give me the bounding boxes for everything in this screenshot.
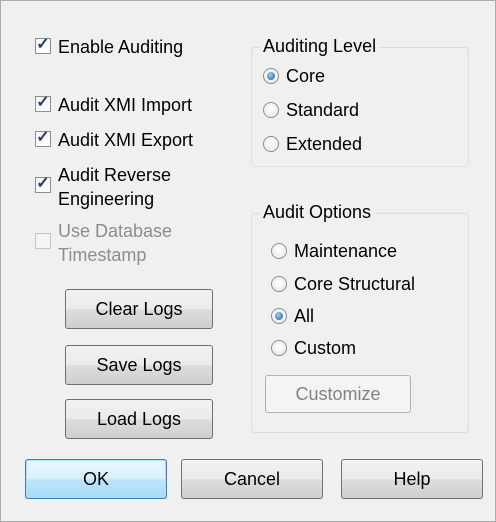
- checkbox-box[interactable]: ✓: [35, 36, 51, 54]
- auditing-settings-dialog: ✓ Enable Auditing ✓ Audit XMI Import ✓ A…: [0, 0, 496, 522]
- check-icon: ✓: [36, 175, 50, 192]
- audit-xmi-export-checkbox[interactable]: ✓ Audit XMI Export: [35, 128, 193, 152]
- radio-maintenance[interactable]: Maintenance: [271, 239, 397, 263]
- radio-button[interactable]: [271, 243, 287, 259]
- checkbox-label-line: Engineering: [58, 189, 155, 209]
- radio-button[interactable]: [271, 276, 287, 292]
- radio-label: Custom: [294, 338, 357, 358]
- radio-core[interactable]: Core: [263, 64, 325, 88]
- radio-extended[interactable]: Extended: [263, 132, 362, 156]
- check-icon: ✓: [36, 36, 50, 53]
- checkbox-box[interactable]: ✓: [35, 94, 51, 112]
- checkbox-box[interactable]: ✓: [35, 129, 51, 147]
- audit-xmi-import-checkbox[interactable]: ✓ Audit XMI Import: [35, 93, 192, 117]
- checkbox-label: Use Database Timestamp: [58, 219, 172, 267]
- radio-button[interactable]: [263, 102, 279, 118]
- radio-label: Standard: [286, 100, 360, 120]
- customize-button: Customize: [265, 375, 411, 413]
- radio-button[interactable]: [263, 136, 279, 152]
- check-icon: ✓: [36, 94, 50, 111]
- radio-all[interactable]: All: [271, 304, 314, 328]
- radio-label: Extended: [286, 134, 363, 154]
- radio-label: Core Structural: [294, 274, 416, 294]
- radio-button[interactable]: [271, 340, 287, 356]
- check-icon: ✓: [36, 129, 50, 146]
- audit-options-legend: Audit Options: [260, 200, 375, 224]
- help-button[interactable]: Help: [341, 459, 483, 499]
- load-logs-button[interactable]: Load Logs: [65, 399, 213, 439]
- auditing-level-legend: Auditing Level: [260, 34, 380, 58]
- checkbox-label: Enable Auditing: [58, 37, 184, 57]
- radio-selected-icon: [275, 312, 283, 320]
- save-logs-button[interactable]: Save Logs: [65, 345, 213, 385]
- audit-reverse-engineering-checkbox[interactable]: ✓ Audit Reverse Engineering: [35, 163, 171, 211]
- radio-standard[interactable]: Standard: [263, 98, 359, 122]
- radio-core-structural[interactable]: Core Structural: [271, 272, 415, 296]
- radio-label: Core: [286, 66, 326, 86]
- radio-selected-icon: [267, 72, 275, 80]
- radio-button[interactable]: [271, 308, 287, 324]
- checkbox-label: Audit XMI Export: [58, 130, 194, 150]
- radio-label: All: [294, 306, 315, 326]
- ok-button[interactable]: OK: [25, 459, 167, 499]
- enable-auditing-checkbox[interactable]: ✓ Enable Auditing: [35, 35, 183, 59]
- radio-label: Maintenance: [294, 241, 398, 261]
- radio-button[interactable]: [263, 68, 279, 84]
- checkbox-label-line: Timestamp: [58, 245, 147, 265]
- radio-custom[interactable]: Custom: [271, 336, 356, 360]
- checkbox-box[interactable]: ✓: [35, 175, 51, 193]
- clear-logs-button[interactable]: Clear Logs: [65, 289, 213, 329]
- checkbox-label-line: Audit Reverse: [58, 165, 172, 185]
- checkbox-label: Audit XMI Import: [58, 95, 193, 115]
- checkbox-box: [35, 233, 51, 249]
- cancel-button[interactable]: Cancel: [181, 459, 323, 499]
- use-database-timestamp-checkbox: Use Database Timestamp: [35, 219, 172, 267]
- checkbox-label-line: Use Database: [58, 221, 173, 241]
- checkbox-label: Audit Reverse Engineering: [58, 163, 171, 211]
